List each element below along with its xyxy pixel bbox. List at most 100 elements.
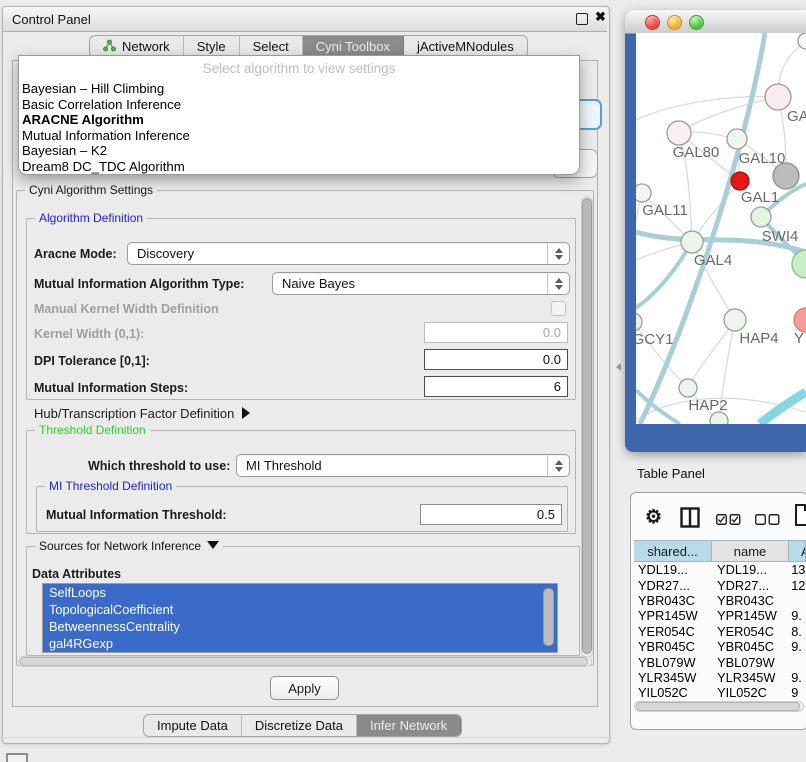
scrollbar-thumb[interactable] [20, 657, 588, 666]
new-file-icon[interactable] [794, 503, 806, 532]
table-row[interactable]: YER054CYER054C8. [634, 624, 806, 639]
mi-threshold-label: Mutual Information Threshold: [46, 508, 227, 522]
data-attribute-item[interactable]: TopologicalCoefficient [43, 601, 557, 618]
network-tab-icon [103, 39, 116, 55]
settings-vertical-scrollbar[interactable] [581, 196, 593, 658]
algorithm-option[interactable]: ARACNE Algorithm [19, 112, 579, 128]
hub-definition-toggle[interactable]: Hub/Transcription Factor Definition [34, 406, 250, 421]
tab-impute-data[interactable]: Impute Data [144, 715, 242, 736]
float-window-icon[interactable] [576, 13, 588, 25]
tab-infer-network[interactable]: Infer Network [357, 715, 461, 736]
sources-toggle[interactable]: Sources for Network Inference [35, 539, 223, 553]
table-cell: YBL079W [711, 655, 789, 670]
column-header-shared-name[interactable]: shared... [634, 541, 712, 561]
minimize-traffic-light-icon[interactable] [667, 15, 682, 30]
group-title: Algorithm Definition [35, 211, 147, 225]
network-node[interactable] [724, 309, 746, 331]
mi-algorithm-type-select[interactable]: Naive Bayes [272, 272, 570, 295]
kernel-width-field[interactable] [424, 322, 568, 343]
table-cell: YBR045C [711, 639, 789, 654]
kernel-width-label: Kernel Width (0,1): [34, 327, 144, 341]
tab-jactivemnodules[interactable]: jActiveMNodules [404, 36, 527, 57]
apply-button[interactable]: Apply [270, 676, 339, 700]
panel-resize-handle-icon[interactable] [616, 363, 621, 371]
data-attributes-list[interactable]: SelfLoopsTopologicalCoefficientBetweenne… [42, 583, 558, 653]
data-attribute-item[interactable]: gal4RGexp [43, 635, 557, 652]
data-attribute-item[interactable]: SelfLoops [43, 584, 557, 601]
minimized-panel-icon[interactable] [6, 753, 28, 762]
network-node-label: GAL1 [741, 189, 779, 206]
deselect-all-checkboxes-icon[interactable] [755, 512, 780, 530]
data-attribute-item[interactable]: BetweennessCentrality [43, 618, 557, 635]
manual-kernel-label: Manual Kernel Width Definition [34, 302, 219, 316]
control-panel-titlebar[interactable] [3, 7, 607, 32]
network-node[interactable] [794, 308, 806, 332]
list-scrollbar-thumb[interactable] [543, 588, 554, 646]
table-panel-title: Table Panel [637, 466, 705, 481]
network-node-label: GAL10 [739, 150, 786, 167]
which-threshold-select[interactable]: MI Threshold [236, 454, 570, 477]
network-node-label: HAP4 [739, 330, 778, 347]
tab-network[interactable]: Network [90, 36, 184, 57]
close-icon[interactable]: ✖ [595, 9, 606, 25]
network-node[interactable] [636, 313, 642, 331]
network-node[interactable] [681, 231, 703, 253]
table-row[interactable]: YLR345WYLR345W9. [634, 670, 806, 685]
control-panel-title: Control Panel [12, 12, 91, 27]
table-horizontal-scrollbar[interactable] [634, 701, 804, 712]
scrollbar-thumb[interactable] [582, 198, 592, 654]
tab-style[interactable]: Style [184, 36, 240, 57]
dpi-tolerance-field[interactable] [424, 349, 568, 370]
table-row[interactable]: YDL19...YDL19...13 [634, 562, 806, 577]
table-row[interactable]: YBR045CYBR045C9. [634, 639, 806, 654]
network-node[interactable] [679, 379, 697, 397]
network-node[interactable] [751, 207, 771, 227]
network-node[interactable] [636, 184, 651, 202]
split-columns-icon[interactable] [680, 507, 700, 533]
column-header-clipped[interactable]: A [789, 541, 806, 561]
mi-threshold-field[interactable] [420, 504, 562, 525]
column-header-name[interactable]: name [712, 541, 789, 561]
aracne-mode-select[interactable]: Discovery [127, 242, 570, 265]
table-row[interactable]: YBL079WYBL079W [634, 654, 806, 669]
algorithm-option[interactable]: Basic Correlation Inference [19, 97, 579, 113]
close-traffic-light-icon[interactable] [645, 15, 660, 30]
algorithm-option[interactable]: Bayesian – Hill Climbing [19, 81, 579, 97]
gear-icon[interactable]: ⚙ [645, 506, 662, 529]
select-all-checkboxes-icon[interactable] [716, 512, 741, 530]
table-row[interactable]: YIL052CYIL052C9 [634, 685, 806, 700]
table-body: YDL19...YDL19...13YDR27...YDR27...12YBR0… [634, 562, 806, 700]
zoom-traffic-light-icon[interactable] [689, 15, 704, 30]
table-cell: YBR043C [634, 593, 711, 608]
selected-value: Naive Bayes [273, 276, 547, 291]
table-cell: YIL052C [634, 685, 711, 700]
network-node[interactable] [710, 412, 728, 424]
tab-discretize-data[interactable]: Discretize Data [242, 715, 357, 736]
mi-steps-label: Mutual Information Steps: [34, 381, 188, 395]
network-node-label: GAL4 [694, 252, 732, 269]
table-cell: YDL19... [711, 562, 789, 577]
network-node[interactable] [667, 121, 691, 145]
table-cell: 9 [789, 685, 806, 700]
tab-select[interactable]: Select [240, 36, 303, 57]
table-cell: YPR145W [711, 608, 789, 623]
algorithm-option[interactable]: Bayesian – K2 [19, 143, 579, 159]
table-cell: YER054C [711, 624, 789, 639]
network-node[interactable] [727, 129, 747, 149]
scrollbar-thumb[interactable] [636, 702, 800, 711]
algorithm-option[interactable]: Mutual Information Inference [19, 128, 579, 144]
network-node[interactable] [773, 163, 799, 189]
tab-cyni-toolbox[interactable]: Cyni Toolbox [303, 36, 404, 57]
settings-horizontal-scrollbar[interactable] [18, 656, 592, 667]
mi-steps-field[interactable] [424, 376, 568, 397]
group-title: Cyni Algorithm Settings [25, 183, 157, 197]
network-node-label: GAL11 [642, 202, 688, 219]
network-canvas[interactable]: GALGAL80GAL10GAL1GAL11SWI4GAL4GCY1HAP4YH… [636, 33, 806, 424]
manual-kernel-checkbox[interactable] [551, 301, 566, 316]
network-node[interactable] [731, 172, 749, 190]
table-row[interactable]: YPR145WYPR145W9. [634, 608, 806, 623]
network-node[interactable] [765, 84, 791, 110]
algorithm-option[interactable]: Dream8 DC_TDC Algorithm [19, 159, 579, 175]
table-row[interactable]: YBR043CYBR043C [634, 593, 806, 608]
table-row[interactable]: YDR27...YDR27...12 [634, 577, 806, 592]
